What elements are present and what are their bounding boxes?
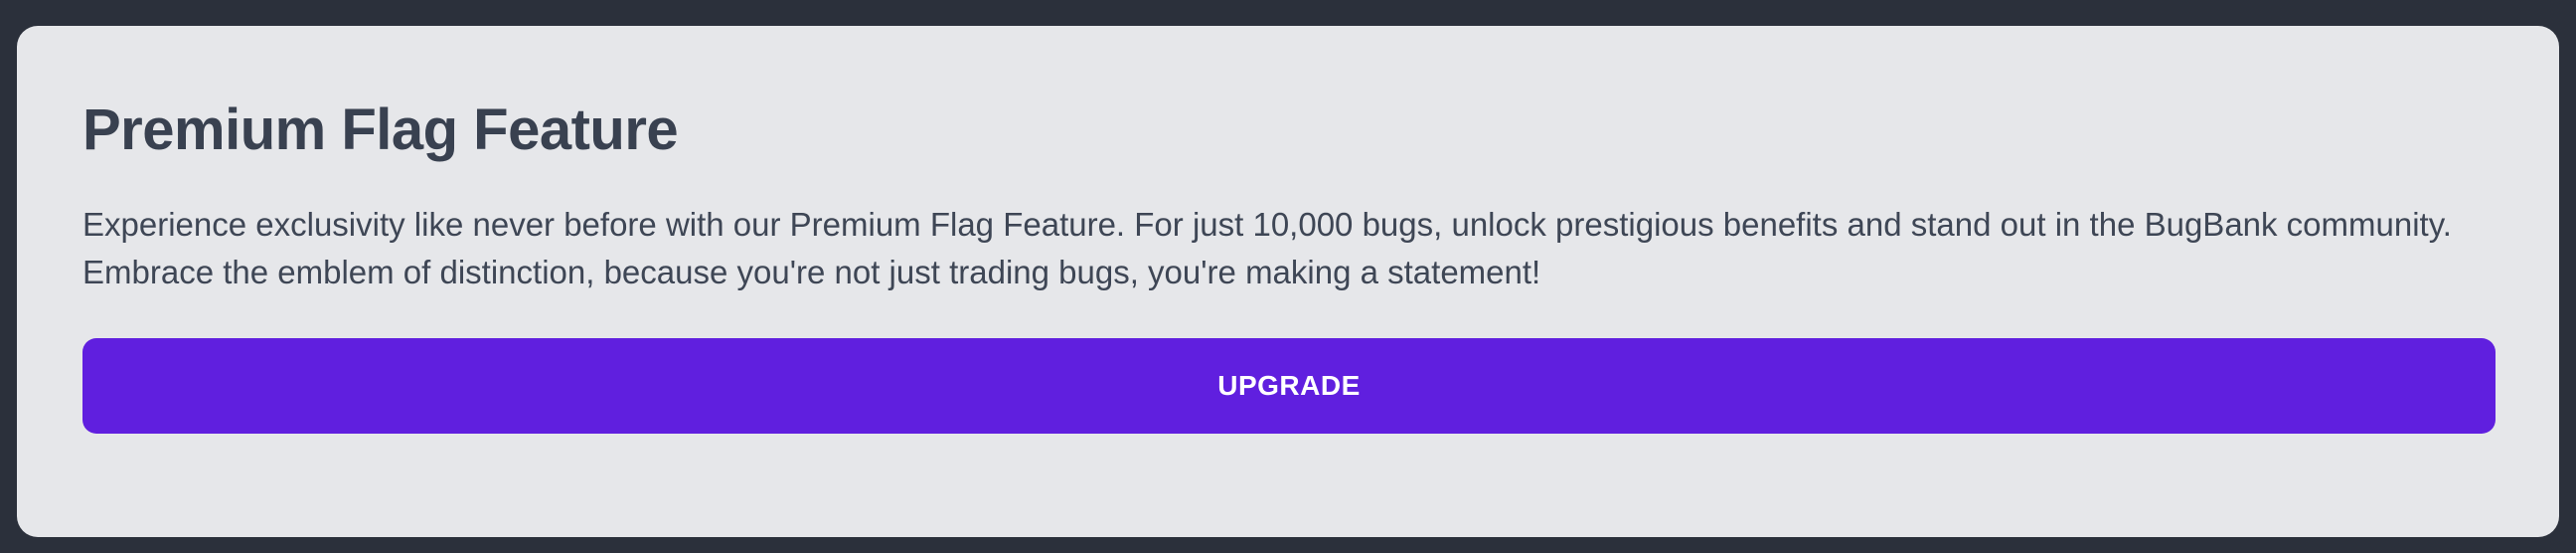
upgrade-button[interactable]: UPGRADE (82, 338, 2496, 434)
card-description: Experience exclusivity like never before… (82, 206, 2452, 290)
premium-feature-card: Premium Flag Feature Experience exclusiv… (17, 26, 2559, 537)
card-title: Premium Flag Feature (82, 97, 679, 162)
